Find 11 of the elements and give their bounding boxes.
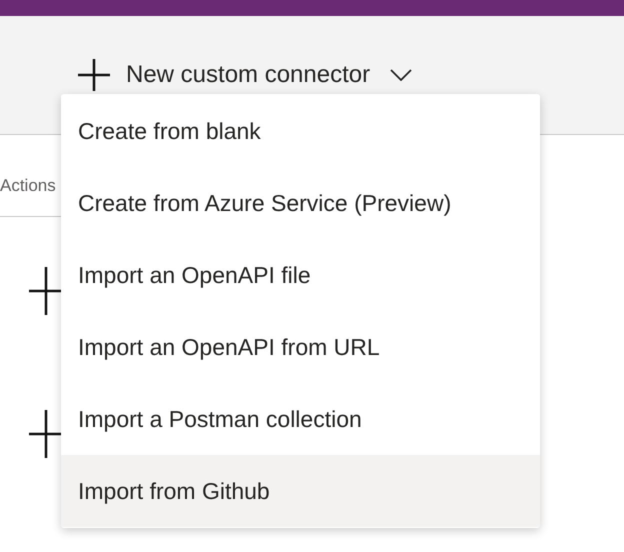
plus-icon <box>78 59 110 91</box>
menu-item[interactable]: Import an OpenAPI file <box>61 239 540 311</box>
plus-icon <box>29 410 61 458</box>
menu-item[interactable]: Import an OpenAPI from URL <box>61 311 540 383</box>
menu-item[interactable]: Create from Azure Service (Preview) <box>61 167 540 239</box>
plus-icon <box>29 267 61 315</box>
chevron-icon <box>390 69 412 81</box>
menu-item[interactable]: Import a Postman collection <box>61 383 540 455</box>
menu-item[interactable]: Create from blank <box>61 95 540 167</box>
menu-item[interactable]: Import from Github <box>61 455 540 527</box>
new-connector-button[interactable]: New custom connector <box>78 57 412 93</box>
